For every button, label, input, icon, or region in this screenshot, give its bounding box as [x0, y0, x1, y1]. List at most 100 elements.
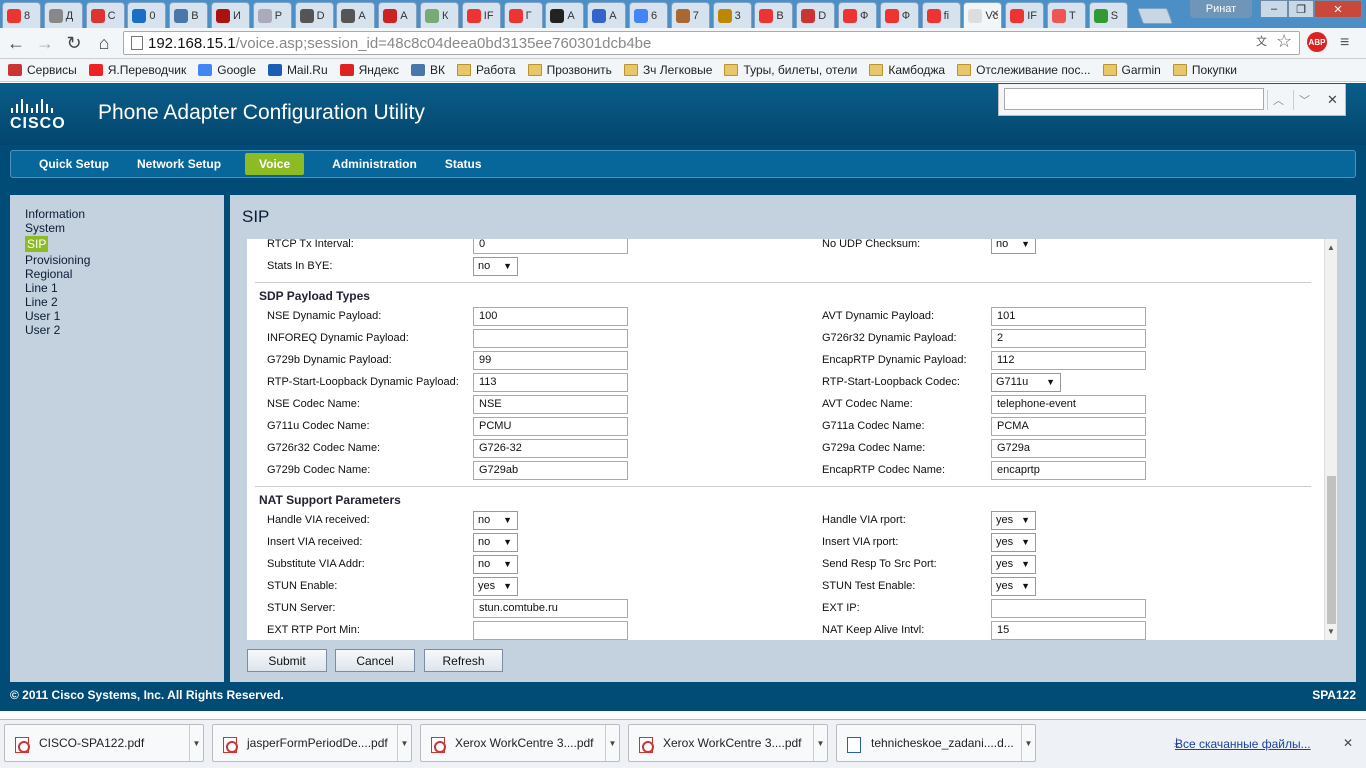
- nav-tab-voice[interactable]: Voice: [245, 153, 305, 175]
- select-field[interactable]: no ▼: [473, 257, 518, 276]
- text-field[interactable]: encaprtp: [991, 461, 1146, 480]
- minimize-button[interactable]: –: [1260, 0, 1288, 18]
- bookmark-item[interactable]: Камбоджа: [869, 63, 945, 77]
- select-field[interactable]: no ▼: [473, 533, 518, 552]
- text-field[interactable]: PCMU: [473, 417, 628, 436]
- bookmark-item[interactable]: Garmin: [1102, 63, 1161, 77]
- nav-tab-quick-setup[interactable]: Quick Setup: [39, 153, 109, 175]
- browser-tab[interactable]: А: [587, 2, 627, 28]
- cancel-button[interactable]: Cancel: [335, 649, 415, 672]
- all-downloads-link[interactable]: Все скачанные файлы...: [1175, 737, 1311, 751]
- browser-tab[interactable]: С: [85, 2, 125, 28]
- browser-tab[interactable]: К: [420, 2, 459, 28]
- text-field[interactable]: 112: [991, 351, 1146, 370]
- select-field[interactable]: yes ▼: [473, 577, 518, 596]
- back-icon[interactable]: ←: [5, 32, 27, 54]
- chevron-down-icon[interactable]: ▼: [813, 725, 827, 761]
- download-item[interactable]: tehnicheskoe_zadani....d... ▼: [836, 724, 1036, 762]
- find-previous-icon[interactable]: ︿: [1267, 90, 1289, 110]
- download-item[interactable]: CISCO-SPA122.pdf ▼: [4, 724, 204, 762]
- browser-tab[interactable]: IF: [461, 2, 501, 28]
- scroll-thumb[interactable]: [1327, 476, 1336, 624]
- browser-tab[interactable]: 3: [712, 2, 752, 28]
- chevron-down-icon[interactable]: ▼: [397, 725, 411, 761]
- sidebar-item-line-2[interactable]: Line 2: [25, 295, 224, 309]
- select-field[interactable]: yes ▼: [991, 555, 1036, 574]
- find-next-icon[interactable]: ﹀: [1293, 90, 1315, 110]
- close-window-button[interactable]: ✕: [1314, 0, 1362, 18]
- bookmark-item[interactable]: Яндекс: [339, 63, 399, 77]
- scroll-down-icon[interactable]: ▼: [1327, 627, 1335, 636]
- chevron-down-icon[interactable]: ▼: [1021, 725, 1035, 761]
- text-field[interactable]: 100: [473, 307, 628, 326]
- nav-tab-status[interactable]: Status: [445, 153, 482, 175]
- browser-tab[interactable]: Vc ✕: [963, 2, 1003, 28]
- nav-tab-network-setup[interactable]: Network Setup: [137, 153, 221, 175]
- select-field[interactable]: G711u ▼: [991, 373, 1061, 392]
- browser-tab[interactable]: Ф: [838, 2, 877, 28]
- download-item[interactable]: jasperFormPeriodDe....pdf ▼: [212, 724, 412, 762]
- browser-tab[interactable]: Ф: [879, 2, 919, 28]
- submit-button[interactable]: Submit: [247, 649, 327, 672]
- select-field[interactable]: yes ▼: [991, 577, 1036, 596]
- select-field[interactable]: yes ▼: [991, 511, 1036, 530]
- bookmark-item[interactable]: Работа: [456, 63, 516, 77]
- bookmark-item[interactable]: Покупки: [1172, 63, 1237, 77]
- download-item[interactable]: Xerox WorkCentre 3....pdf ▼: [420, 724, 620, 762]
- select-field[interactable]: no ▼: [991, 239, 1036, 254]
- sidebar-item-information[interactable]: Information: [25, 207, 224, 221]
- select-field[interactable]: yes ▼: [991, 533, 1036, 552]
- browser-tab[interactable]: Д: [43, 2, 83, 28]
- browser-tab[interactable]: А: [336, 2, 376, 28]
- browser-tab[interactable]: В: [169, 2, 209, 28]
- browser-tab[interactable]: S: [1088, 2, 1128, 28]
- browser-tab[interactable]: 6: [629, 2, 668, 28]
- browser-tab[interactable]: 8: [2, 2, 41, 28]
- text-field[interactable]: [991, 599, 1146, 618]
- text-field[interactable]: [473, 329, 628, 348]
- bookmark-star-icon[interactable]: ☆: [1276, 31, 1292, 52]
- bookmark-item[interactable]: Mail.Ru: [267, 63, 328, 77]
- scroll-up-icon[interactable]: ▲: [1327, 243, 1335, 252]
- bookmark-item[interactable]: ВК: [410, 63, 445, 77]
- maximize-button[interactable]: ❐: [1288, 0, 1314, 18]
- downloads-close-icon[interactable]: ✕: [1343, 736, 1353, 750]
- bookmark-item[interactable]: Я.Переводчик: [88, 63, 186, 77]
- sidebar-item-sip[interactable]: SIP: [25, 235, 224, 253]
- text-field[interactable]: 15: [991, 621, 1146, 640]
- text-field[interactable]: 101: [991, 307, 1146, 326]
- browser-tab[interactable]: И: [211, 2, 250, 28]
- text-field[interactable]: G729a: [991, 439, 1146, 458]
- translate-icon[interactable]: 文: [1256, 33, 1272, 49]
- find-close-icon[interactable]: ✕: [1327, 92, 1338, 108]
- reload-icon[interactable]: ↻: [63, 32, 85, 54]
- text-field[interactable]: stun.comtube.ru: [473, 599, 628, 618]
- bookmark-item[interactable]: Google: [198, 63, 256, 77]
- browser-tab[interactable]: D: [294, 2, 334, 28]
- bookmark-item[interactable]: Туры, билеты, отели: [724, 63, 857, 77]
- text-field[interactable]: NSE: [473, 395, 628, 414]
- download-item[interactable]: Xerox WorkCentre 3....pdf ▼: [628, 724, 828, 762]
- select-field[interactable]: no ▼: [473, 555, 518, 574]
- sidebar-item-system[interactable]: System: [25, 221, 224, 235]
- text-field[interactable]: PCMA: [991, 417, 1146, 436]
- home-icon[interactable]: ⌂: [93, 32, 115, 54]
- bookmark-item[interactable]: Прозвонить: [527, 63, 612, 77]
- browser-tab[interactable]: Р: [252, 2, 292, 28]
- tab-close-icon[interactable]: ✕: [991, 9, 999, 20]
- browser-tab[interactable]: В: [754, 2, 794, 28]
- forward-icon[interactable]: →: [34, 32, 56, 54]
- browser-tab[interactable]: Г: [503, 2, 543, 28]
- text-field[interactable]: G729ab: [473, 461, 628, 480]
- profile-button[interactable]: Ринат: [1190, 0, 1252, 18]
- browser-tab[interactable]: D: [796, 2, 836, 28]
- panel-scrollbar[interactable]: ▲ ▼: [1324, 239, 1337, 640]
- adblock-icon[interactable]: ABP: [1307, 32, 1327, 52]
- address-bar[interactable]: 192.168.15.1/voice.asp;session_id=48c8c0…: [123, 31, 1300, 55]
- text-field[interactable]: 113: [473, 373, 628, 392]
- text-field[interactable]: 99: [473, 351, 628, 370]
- browser-tab[interactable]: А: [545, 2, 585, 28]
- chevron-down-icon[interactable]: ▼: [189, 725, 203, 761]
- bookmark-item[interactable]: Отслеживание пос...: [957, 63, 1091, 77]
- text-field[interactable]: [473, 621, 628, 640]
